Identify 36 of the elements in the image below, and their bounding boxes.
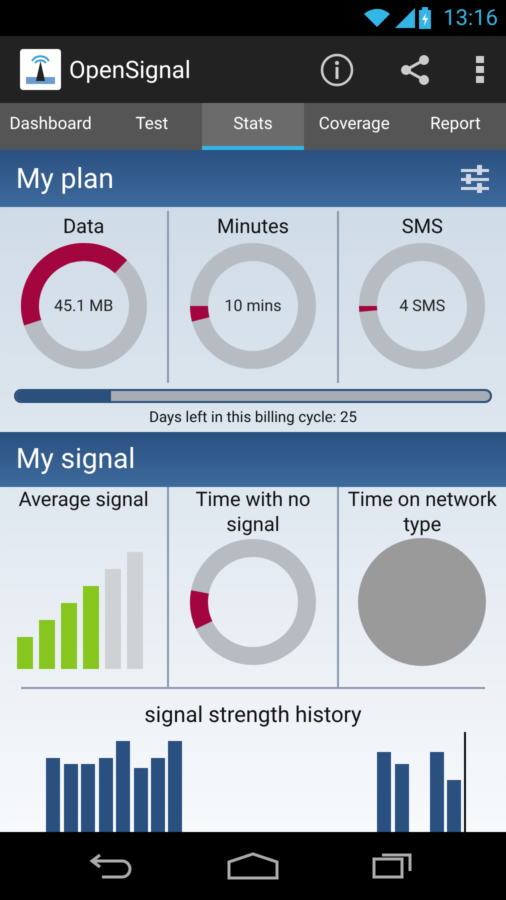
home-icon	[226, 852, 279, 880]
settings-button[interactable]	[460, 164, 490, 194]
clock: 13:16	[443, 4, 498, 32]
overflow-menu-button[interactable]	[476, 54, 486, 84]
section-title: My signal	[16, 441, 136, 477]
cell-signal-icon	[395, 8, 416, 28]
gauge-label: Minutes	[217, 213, 289, 240]
battery-icon	[419, 7, 432, 29]
history-bar	[134, 768, 148, 832]
history-bar	[395, 764, 409, 832]
history-bar	[447, 780, 461, 832]
app-title: OpenSignal	[69, 54, 192, 86]
gauge-label: Data	[62, 213, 104, 240]
history-bar	[81, 764, 95, 832]
billing-cycle-text: Days left in this billing cycle: 25	[149, 407, 357, 428]
tab[interactable]: Stats	[202, 103, 304, 150]
panel-label: Time with no signal	[194, 486, 312, 536]
section-title: My plan	[16, 160, 114, 196]
panel-label: Average signal	[18, 486, 150, 512]
info-icon	[320, 52, 354, 86]
gauge-label: SMS	[402, 213, 443, 240]
app-logo	[20, 49, 61, 90]
chart-title: signal strength history	[144, 702, 362, 730]
panel-label: Time on network type	[346, 486, 498, 536]
gauge-reading: 10 mins	[224, 295, 282, 317]
gauge-reading: 4 SMS	[399, 295, 446, 317]
info-button[interactable]	[320, 52, 354, 86]
gauge-reading: 45.1 MB	[54, 295, 114, 317]
history-bar	[64, 764, 78, 832]
more-icon	[476, 54, 484, 84]
home-button[interactable]	[226, 851, 279, 881]
share-icon	[398, 52, 432, 86]
sliders-icon	[460, 164, 490, 194]
share-button[interactable]	[398, 52, 432, 86]
recent-apps-icon	[372, 853, 412, 879]
wifi-icon	[363, 8, 392, 28]
